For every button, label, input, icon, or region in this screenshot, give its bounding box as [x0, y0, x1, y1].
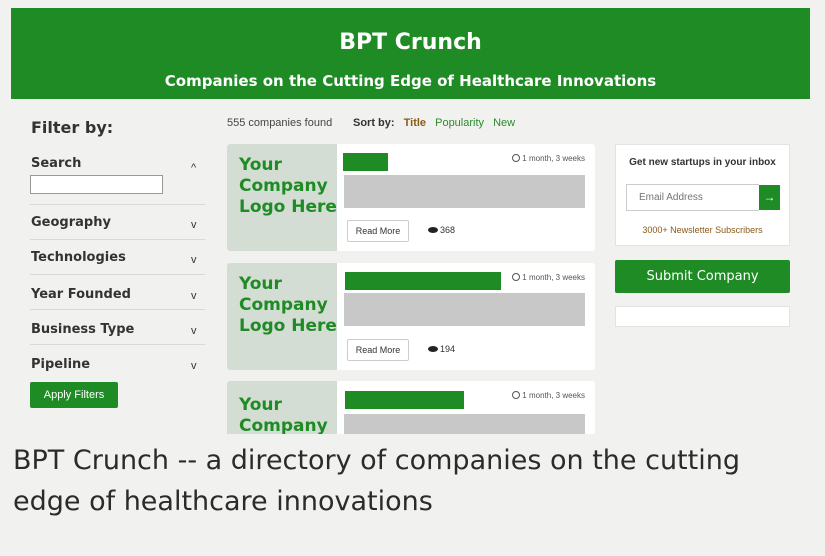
filter-label: Year Founded: [31, 287, 131, 302]
chevron-down-icon[interactable]: v: [191, 360, 197, 372]
sort-option-new[interactable]: New: [493, 117, 515, 129]
filter-business-type[interactable]: Business Type v: [30, 310, 205, 345]
company-description-placeholder: [344, 293, 585, 326]
clock-icon: [512, 391, 521, 399]
sort-controls: Sort by: Title Popularity New: [353, 117, 515, 129]
submit-company-button[interactable]: Submit Company: [615, 260, 790, 293]
screenshot: BPT Crunch Companies on the Cutting Edge…: [0, 0, 825, 434]
sidebar-empty-box: [615, 306, 790, 327]
filter-label: Pipeline: [31, 357, 91, 372]
chevron-down-icon[interactable]: v: [191, 254, 197, 266]
company-logo[interactable]: Your Company: [227, 381, 337, 434]
search-input[interactable]: [30, 175, 163, 194]
company-description-placeholder: [344, 414, 585, 434]
site-subtitle: Companies on the Cutting Edge of Healthc…: [164, 72, 657, 90]
view-count: 368: [428, 225, 455, 235]
email-field[interactable]: [626, 184, 759, 211]
chevron-up-icon[interactable]: ^: [191, 162, 196, 174]
post-time: 1 month, 3 weeks: [512, 391, 585, 400]
filter-label: Technologies: [31, 250, 126, 265]
filter-label: Geography: [31, 215, 111, 230]
logo-placeholder-text: Your Company Logo Here: [239, 155, 337, 217]
arrow-right-icon[interactable]: →: [759, 185, 780, 210]
filter-pipeline[interactable]: Pipeline v: [30, 345, 205, 380]
caption-text: BPT Crunch -- a directory of companies o…: [13, 445, 740, 517]
clock-icon: [512, 273, 521, 281]
company-name-placeholder[interactable]: [345, 391, 464, 409]
company-description-placeholder: [344, 175, 585, 208]
results-count: 555 companies found: [227, 117, 333, 129]
subscriber-count: 3000+ Newsletter Subscribers: [642, 225, 763, 235]
logo-placeholder-text: Your Company Logo Here: [239, 274, 337, 336]
sort-label: Sort by:: [353, 117, 395, 129]
company-card[interactable]: Your Company Logo Here 1 month, 3 weeks …: [227, 263, 595, 370]
newsletter-title: Get new startups in your inbox: [629, 157, 776, 168]
filter-title: Filter by:: [31, 118, 114, 137]
chevron-down-icon[interactable]: v: [191, 290, 197, 302]
newsletter-box: Get new startups in your inbox → 3000+ N…: [615, 144, 790, 246]
sort-option-title[interactable]: Title: [404, 117, 426, 129]
site-title[interactable]: BPT Crunch: [11, 30, 810, 55]
filter-label: Search: [31, 156, 82, 171]
apply-filters-button[interactable]: Apply Filters: [30, 382, 118, 408]
eye-icon: [428, 346, 438, 352]
site-header: BPT Crunch Companies on the Cutting Edge…: [11, 8, 810, 99]
company-card[interactable]: Your Company Logo Here 1 month, 3 weeks …: [227, 144, 595, 251]
filter-geography[interactable]: Geography v: [30, 205, 205, 240]
chevron-down-icon[interactable]: v: [191, 325, 197, 337]
post-time: 1 month, 3 weeks: [512, 154, 585, 163]
read-more-button[interactable]: Read More: [347, 220, 409, 242]
eye-icon: [428, 227, 438, 233]
chevron-down-icon[interactable]: v: [191, 219, 197, 231]
filter-technologies[interactable]: Technologies v: [30, 240, 205, 275]
company-card[interactable]: Your Company 1 month, 3 weeks: [227, 381, 595, 434]
clock-icon: [512, 154, 521, 162]
post-time: 1 month, 3 weeks: [512, 273, 585, 282]
logo-placeholder-text: Your Company: [239, 395, 328, 434]
filter-label: Business Type: [31, 322, 135, 337]
read-more-button[interactable]: Read More: [347, 339, 409, 361]
results-meta: 555 companies found Sort by: Title Popul…: [227, 117, 515, 129]
company-logo[interactable]: Your Company Logo Here: [227, 263, 337, 370]
company-logo[interactable]: Your Company Logo Here: [227, 144, 337, 251]
company-name-placeholder[interactable]: [345, 272, 501, 290]
view-count: 194: [428, 344, 455, 354]
company-name-placeholder[interactable]: [343, 153, 388, 171]
sort-option-popularity[interactable]: Popularity: [435, 117, 484, 129]
filter-year-founded[interactable]: Year Founded v: [30, 275, 205, 310]
